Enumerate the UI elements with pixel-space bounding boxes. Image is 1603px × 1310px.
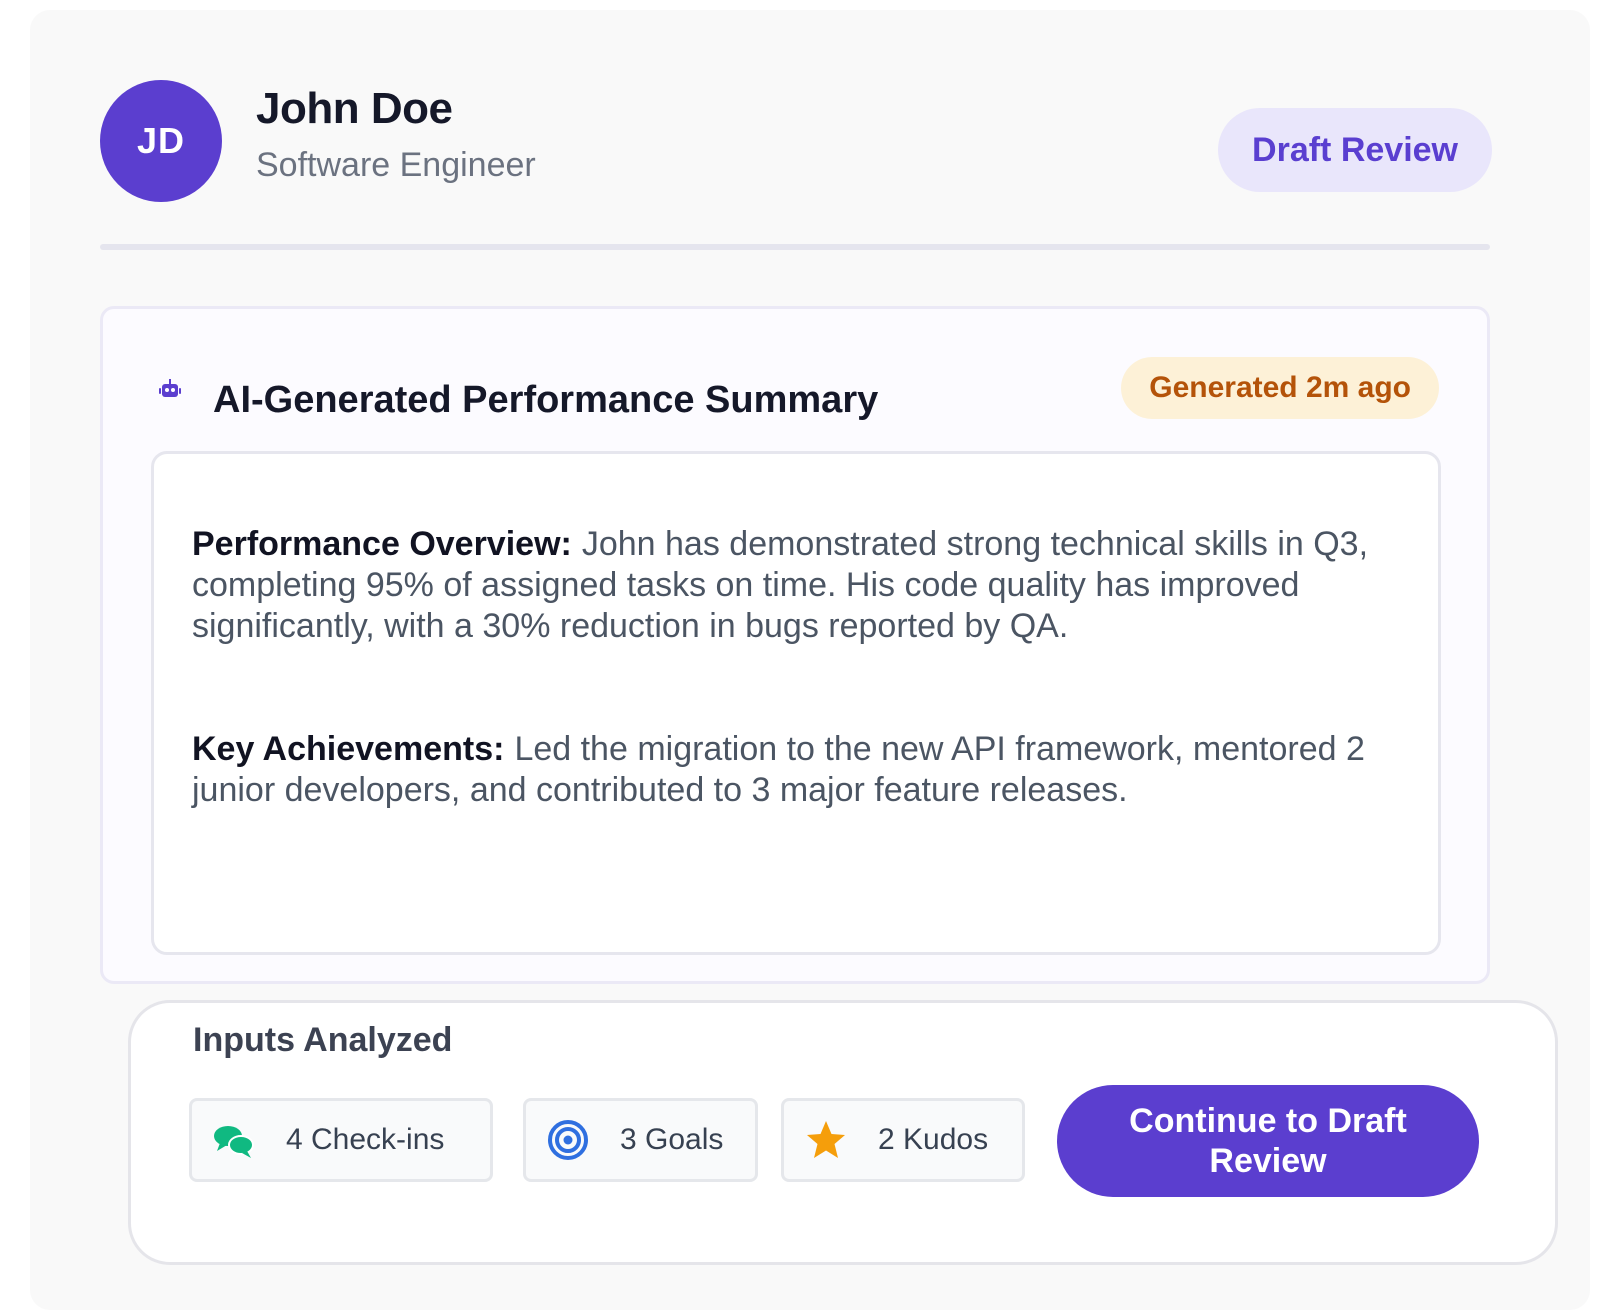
continue-to-draft-review-button[interactable]: Continue to Draft Review [1057, 1085, 1479, 1197]
header-divider [100, 244, 1490, 250]
employee-role: Software Engineer [256, 146, 536, 184]
star-icon [804, 1118, 848, 1162]
summary-text-box: Performance Overview: John has demonstrat… [151, 451, 1441, 955]
generated-time-badge: Generated 2m ago [1121, 357, 1439, 419]
target-icon [546, 1118, 590, 1162]
avatar: JD [100, 80, 222, 202]
ai-summary-panel: AI-Generated Performance Summary Generat… [100, 306, 1490, 984]
inputs-title: Inputs Analyzed [193, 1021, 453, 1059]
chip-label: 3 Goals [620, 1123, 724, 1156]
goals-chip[interactable]: 3 Goals [523, 1098, 758, 1182]
kudos-chip[interactable]: 2 Kudos [781, 1098, 1025, 1182]
robot-icon [159, 379, 181, 397]
summary-title: AI-Generated Performance Summary [213, 379, 879, 421]
summary-paragraph: Performance Overview: John has demonstrat… [192, 524, 1402, 647]
inputs-analyzed-panel: Inputs Analyzed 4 Check-ins 3 Goals 2 Ku… [128, 1000, 1558, 1265]
chat-bubbles-icon [212, 1118, 256, 1162]
employee-name: John Doe [256, 84, 453, 133]
paragraph-heading: Key Achievements: [192, 730, 505, 768]
draft-review-badge[interactable]: Draft Review [1218, 108, 1492, 192]
chip-label: 2 Kudos [878, 1123, 989, 1156]
checkins-chip[interactable]: 4 Check-ins [189, 1098, 493, 1182]
review-card: JD John Doe Software Engineer Draft Revi… [30, 10, 1590, 1310]
employee-header: JD John Doe Software Engineer Draft Revi… [100, 80, 1492, 202]
paragraph-heading: Performance Overview: [192, 525, 572, 563]
summary-paragraph: Key Achievements: Led the migration to th… [192, 729, 1402, 811]
chip-label: 4 Check-ins [286, 1123, 445, 1156]
